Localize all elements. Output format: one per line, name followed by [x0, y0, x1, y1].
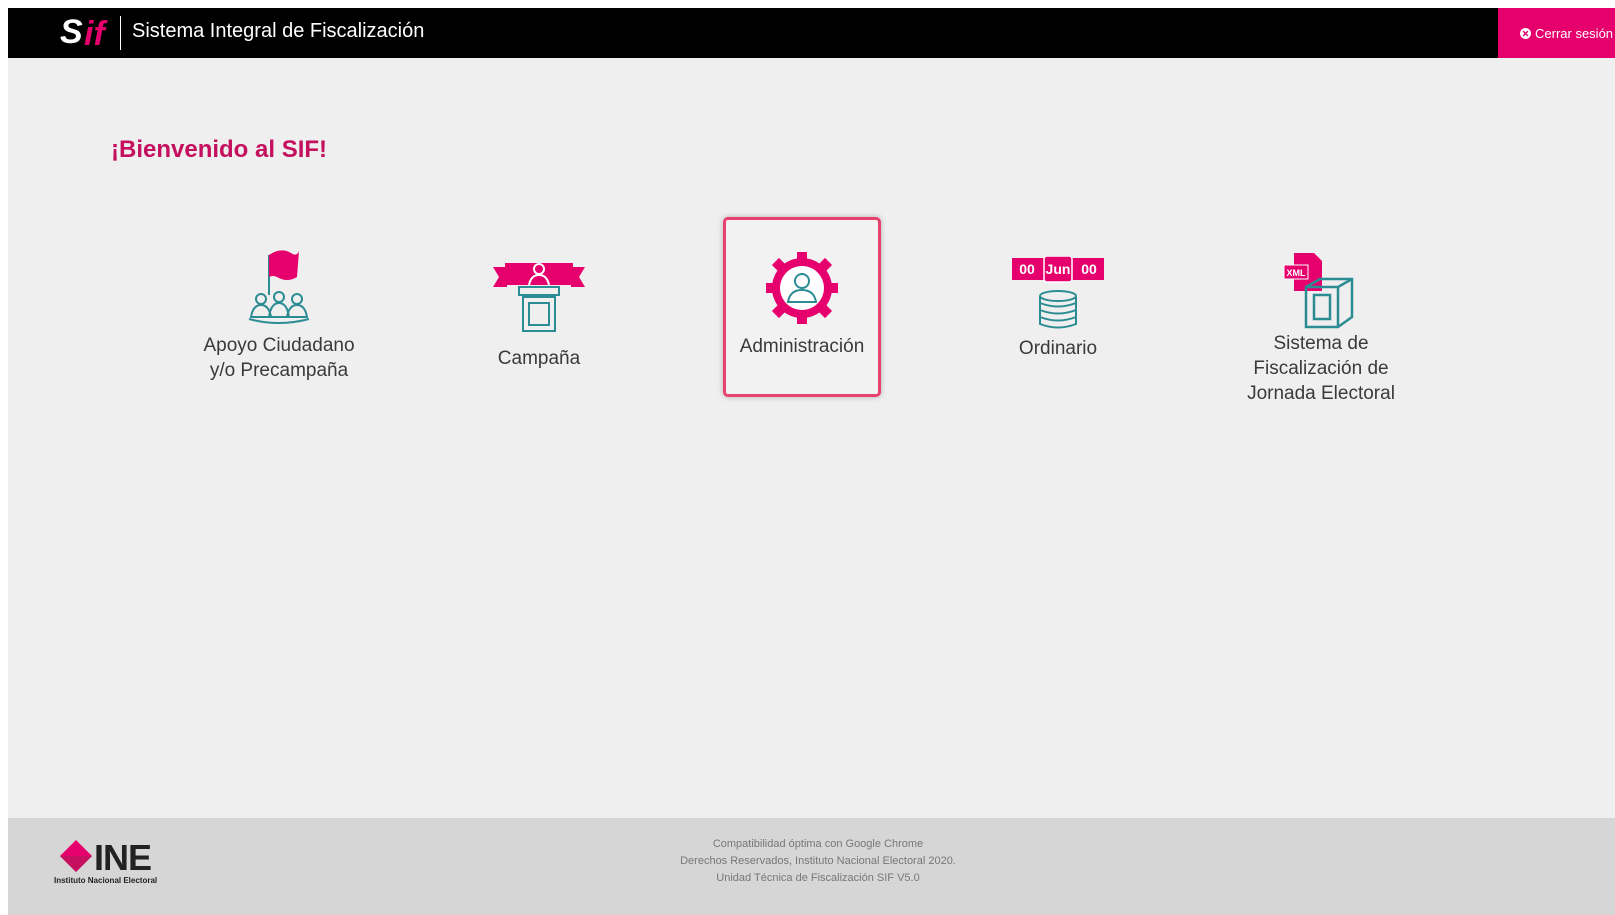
ine-logo-text: INE	[94, 837, 152, 878]
footer-info: Compatibilidad óptima con Google Chrome …	[588, 836, 1048, 887]
flag-people-icon	[248, 250, 310, 324]
page-frame: S if Sistema Integral de Fiscalización C…	[8, 8, 1615, 915]
header-divider	[120, 16, 121, 50]
module-label: Campaña	[460, 346, 618, 371]
module-label-line: Sistema de	[1273, 333, 1369, 354]
module-label: Sistema de Fiscalización de Jornada Elec…	[1236, 331, 1406, 406]
module-jornada-electoral[interactable]: XML Sistema de Fiscalización de Jornada …	[1236, 251, 1406, 406]
module-label-line: Campaña	[497, 348, 581, 369]
module-label-line: Fiscalización de	[1253, 358, 1389, 379]
welcome-heading: ¡Bienvenido al SIF!	[111, 136, 328, 163]
module-label: Apoyo Ciudadano y/o Precampaña	[200, 333, 358, 383]
module-apoyo-ciudadano[interactable]: Apoyo Ciudadano y/o Precampaña	[200, 243, 358, 383]
module-ordinario[interactable]: 00 Jun 00 Ordinario	[979, 256, 1137, 361]
calendar-day-2: 00	[1081, 261, 1097, 277]
ine-diamond-icon	[60, 840, 92, 872]
footer-line: Unidad Técnica de Fiscalización SIF V5.0	[716, 872, 920, 884]
ine-logo[interactable]: INE Instituto Nacional Electoral	[54, 838, 184, 888]
module-administracion[interactable]: Administración	[723, 217, 881, 397]
top-navbar: S if Sistema Integral de Fiscalización C…	[8, 8, 1615, 58]
logo-s-letter: S	[60, 13, 83, 51]
footer-line: Compatibilidad óptima con Google Chrome	[712, 838, 924, 850]
xml-ballot-box-icon: XML	[1283, 253, 1354, 329]
module-label-line: Apoyo Ciudadano	[203, 335, 355, 356]
module-label-line: Ordinario	[1018, 338, 1098, 359]
module-label: Ordinario	[979, 336, 1137, 361]
footer-line: Derechos Reservados, Instituto Nacional …	[680, 855, 956, 867]
coins-calendar-icon: 00 Jun 00	[1012, 256, 1104, 329]
calendar-month: Jun	[1046, 261, 1071, 277]
module-label-line: Administración	[739, 336, 865, 357]
module-label: Administración	[726, 334, 878, 359]
admin-gear-icon	[766, 252, 838, 324]
logout-button[interactable]: Cerrar sesión	[1498, 8, 1615, 58]
podium-icon	[493, 263, 585, 332]
app-title: Sistema Integral de Fiscalización	[132, 20, 425, 42]
module-label-line: Jornada Electoral	[1247, 383, 1395, 404]
close-circle-icon	[1520, 27, 1531, 39]
footer: INE Instituto Nacional Electoral Compati…	[8, 818, 1615, 915]
calendar-day-1: 00	[1019, 261, 1035, 277]
xml-badge: XML	[1287, 268, 1307, 278]
module-label-line: y/o Precampaña	[209, 360, 349, 381]
ine-logo-subtext: Instituto Nacional Electoral	[54, 876, 158, 885]
logout-label: Cerrar sesión	[1535, 25, 1614, 41]
logo-if-letters: if	[84, 15, 105, 53]
module-campana[interactable]: Campaña	[460, 253, 618, 371]
